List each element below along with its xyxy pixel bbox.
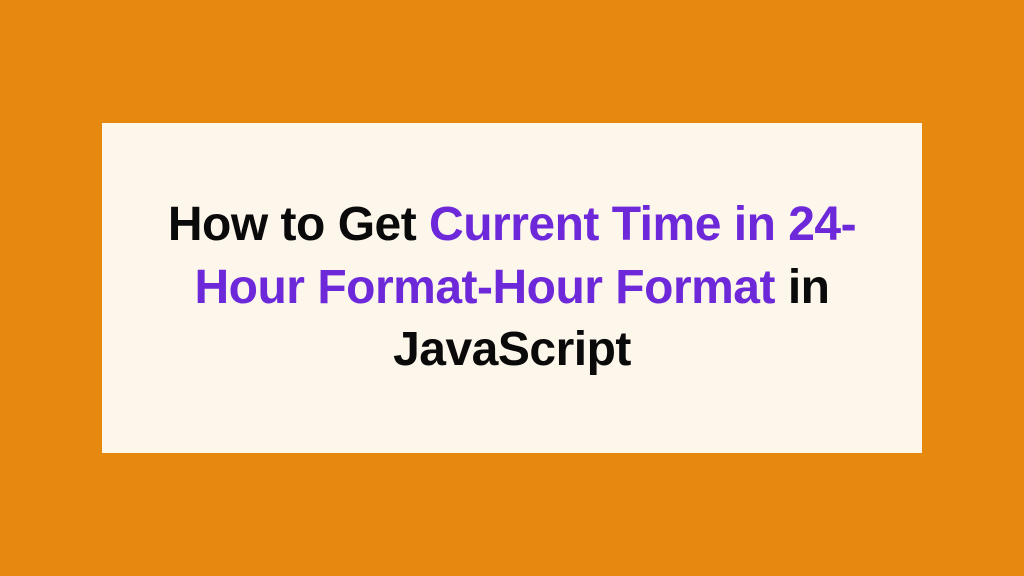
title-prefix: How to Get <box>168 198 429 251</box>
title-card: How to Get Current Time in 24-Hour Forma… <box>102 123 922 453</box>
main-title: How to Get Current Time in 24-Hour Forma… <box>152 194 872 381</box>
